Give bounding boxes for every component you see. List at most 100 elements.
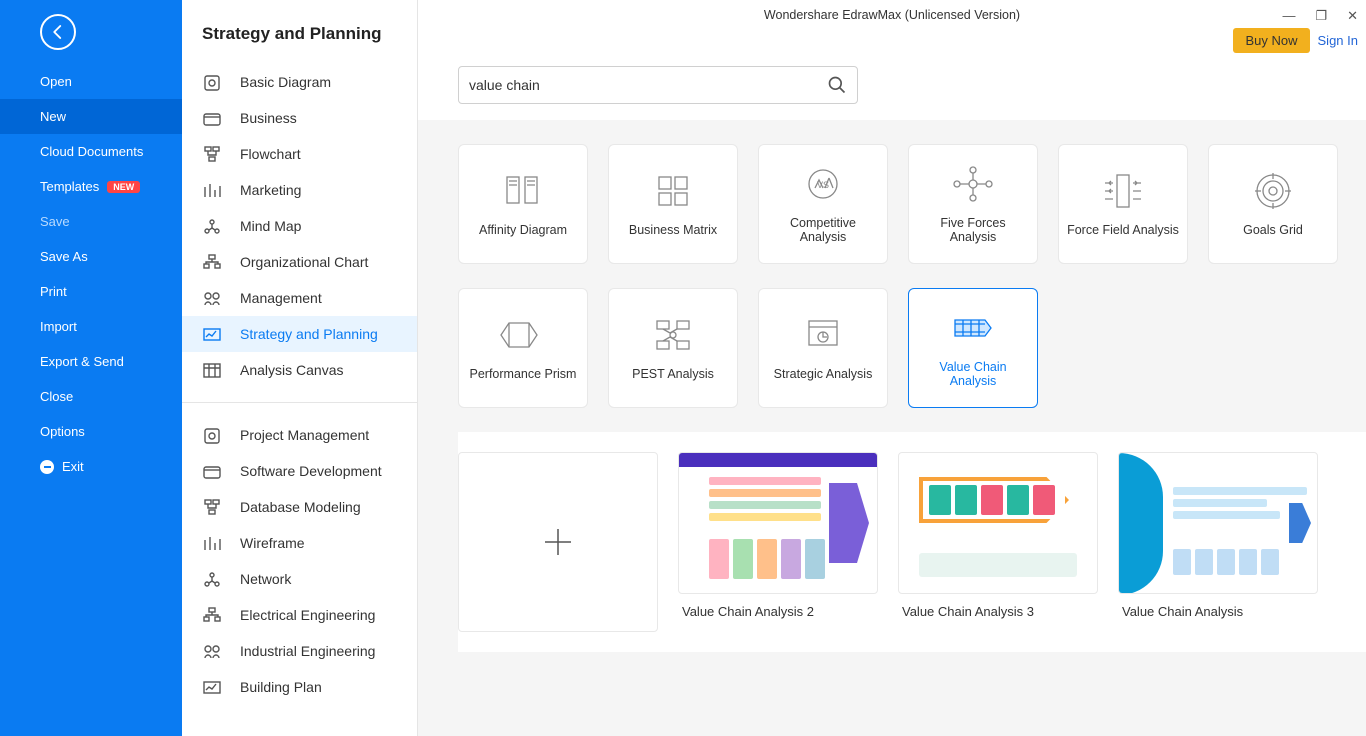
type-card-label: Five Forces Analysis bbox=[917, 216, 1029, 244]
close-window-button[interactable]: ✕ bbox=[1347, 9, 1358, 22]
category-flowchart[interactable]: Flowchart bbox=[182, 136, 417, 172]
type-card-five-forces-analysis[interactable]: Five Forces Analysis bbox=[908, 144, 1038, 264]
app-title: Wondershare EdrawMax (Unlicensed Version… bbox=[764, 8, 1020, 22]
type-card-performance-prism[interactable]: Performance Prism bbox=[458, 288, 588, 408]
menu-open[interactable]: Open bbox=[0, 64, 182, 99]
type-card-label: Force Field Analysis bbox=[1067, 223, 1179, 237]
category-management[interactable]: Management bbox=[182, 280, 417, 316]
category-label: Organizational Chart bbox=[240, 254, 368, 270]
category-label: Electrical Engineering bbox=[240, 607, 375, 623]
menu-exit[interactable]: Exit bbox=[0, 449, 182, 484]
category-label: Database Modeling bbox=[240, 499, 361, 515]
category-label: Management bbox=[240, 290, 322, 306]
buy-now-button[interactable]: Buy Now bbox=[1233, 28, 1309, 53]
menu-new[interactable]: New bbox=[0, 99, 182, 134]
category-software-development[interactable]: Software Development bbox=[182, 453, 417, 489]
category-building-plan[interactable]: Building Plan bbox=[182, 669, 417, 705]
titlebar: Wondershare EdrawMax (Unlicensed Version… bbox=[418, 0, 1366, 30]
template-label: Value Chain Analysis 2 bbox=[678, 594, 878, 619]
template-value-chain-analysis-3[interactable]: Value Chain Analysis 3 bbox=[898, 452, 1098, 632]
back-button[interactable] bbox=[40, 14, 76, 50]
type-card-business-matrix[interactable]: Business Matrix bbox=[608, 144, 738, 264]
category-mind-map[interactable]: Mind Map bbox=[182, 208, 417, 244]
type-card-goals-grid[interactable]: Goals Grid bbox=[1208, 144, 1338, 264]
template-blank[interactable] bbox=[458, 452, 658, 632]
menu-label: Import bbox=[40, 319, 77, 334]
menu-label: Options bbox=[40, 424, 85, 439]
category-business[interactable]: Business bbox=[182, 100, 417, 136]
type-card-icon bbox=[499, 171, 547, 211]
category-marketing[interactable]: Marketing bbox=[182, 172, 417, 208]
type-card-icon bbox=[1099, 171, 1147, 211]
template-label: Value Chain Analysis bbox=[1118, 594, 1318, 619]
type-card-pest-analysis[interactable]: PEST Analysis bbox=[608, 288, 738, 408]
exit-icon bbox=[40, 460, 54, 474]
menu-print[interactable]: Print bbox=[0, 274, 182, 309]
sign-in-link[interactable]: Sign In bbox=[1318, 33, 1358, 48]
menu-label: Close bbox=[40, 389, 73, 404]
category-label: Industrial Engineering bbox=[240, 643, 375, 659]
menu-options[interactable]: Options bbox=[0, 414, 182, 449]
menu-label: Cloud Documents bbox=[40, 144, 143, 159]
category-electrical-engineering[interactable]: Electrical Engineering bbox=[182, 597, 417, 633]
type-card-icon bbox=[649, 315, 697, 355]
type-card-icon bbox=[799, 315, 847, 355]
type-card-label: PEST Analysis bbox=[632, 367, 714, 381]
category-label: Business bbox=[240, 110, 297, 126]
main-area: Wondershare EdrawMax (Unlicensed Version… bbox=[418, 0, 1366, 736]
category-label: Analysis Canvas bbox=[240, 362, 344, 378]
category-label: Building Plan bbox=[240, 679, 322, 695]
type-card-icon bbox=[649, 171, 697, 211]
template-value-chain-analysis[interactable]: Value Chain Analysis bbox=[1118, 452, 1318, 632]
category-network[interactable]: Network bbox=[182, 561, 417, 597]
maximize-button[interactable]: ❐ bbox=[1315, 9, 1327, 22]
template-value-chain-analysis-2[interactable]: Value Chain Analysis 2 bbox=[678, 452, 878, 632]
svg-text:VS: VS bbox=[817, 180, 829, 190]
category-project-management[interactable]: Project Management bbox=[182, 417, 417, 453]
type-card-icon: VS bbox=[799, 164, 847, 204]
template-thumbnail bbox=[678, 452, 878, 594]
category-label: Network bbox=[240, 571, 291, 587]
category-label: Strategy and Planning bbox=[240, 326, 378, 342]
category-divider bbox=[182, 402, 417, 403]
type-card-value-chain-analysis[interactable]: Value Chain Analysis bbox=[908, 288, 1038, 408]
type-card-label: Affinity Diagram bbox=[479, 223, 567, 237]
category-analysis-canvas[interactable]: Analysis Canvas bbox=[182, 352, 417, 388]
category-wireframe[interactable]: Wireframe bbox=[182, 525, 417, 561]
category-icon bbox=[202, 325, 222, 343]
category-icon bbox=[202, 73, 222, 91]
type-card-label: Competitive Analysis bbox=[767, 216, 879, 244]
category-icon bbox=[202, 361, 222, 379]
menu-templates[interactable]: TemplatesNEW bbox=[0, 169, 182, 204]
type-card-strategic-analysis[interactable]: Strategic Analysis bbox=[758, 288, 888, 408]
minimize-button[interactable]: — bbox=[1282, 9, 1295, 22]
menu-import[interactable]: Import bbox=[0, 309, 182, 344]
template-thumbnail bbox=[898, 452, 1098, 594]
menu-close[interactable]: Close bbox=[0, 379, 182, 414]
type-card-icon bbox=[499, 315, 547, 355]
type-card-label: Business Matrix bbox=[629, 223, 717, 237]
category-strategy-and-planning[interactable]: Strategy and Planning bbox=[182, 316, 417, 352]
category-icon bbox=[202, 426, 222, 444]
template-thumbnail bbox=[458, 452, 658, 632]
category-icon bbox=[202, 253, 222, 271]
category-label: Basic Diagram bbox=[240, 74, 331, 90]
search-box[interactable] bbox=[458, 66, 858, 104]
menu-label: Save bbox=[40, 214, 70, 229]
content-area: Affinity Diagram Business Matrix VS Competi… bbox=[418, 120, 1366, 736]
search-input[interactable] bbox=[469, 77, 827, 93]
type-card-competitive-analysis[interactable]: VS Competitive Analysis bbox=[758, 144, 888, 264]
type-card-label: Performance Prism bbox=[470, 367, 577, 381]
category-organizational-chart[interactable]: Organizational Chart bbox=[182, 244, 417, 280]
menu-save-as[interactable]: Save As bbox=[0, 239, 182, 274]
type-card-icon bbox=[949, 308, 997, 348]
menu-label: New bbox=[40, 109, 66, 124]
menu-export-send[interactable]: Export & Send bbox=[0, 344, 182, 379]
search-icon[interactable] bbox=[827, 75, 847, 95]
menu-cloud-documents[interactable]: Cloud Documents bbox=[0, 134, 182, 169]
category-industrial-engineering[interactable]: Industrial Engineering bbox=[182, 633, 417, 669]
type-card-force-field-analysis[interactable]: Force Field Analysis bbox=[1058, 144, 1188, 264]
category-basic-diagram[interactable]: Basic Diagram bbox=[182, 64, 417, 100]
type-card-affinity-diagram[interactable]: Affinity Diagram bbox=[458, 144, 588, 264]
category-database-modeling[interactable]: Database Modeling bbox=[182, 489, 417, 525]
